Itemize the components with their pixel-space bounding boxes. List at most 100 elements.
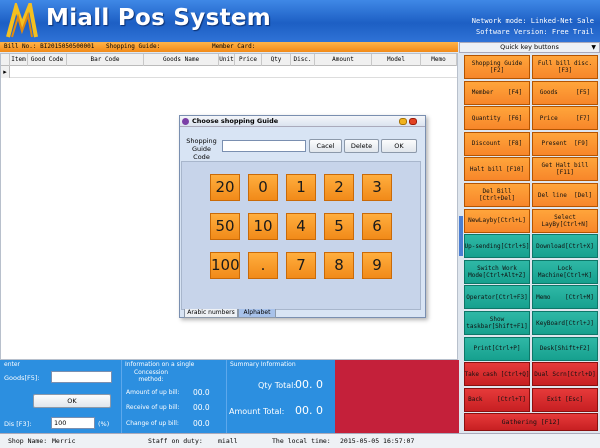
keypad-key[interactable]: 100 xyxy=(210,252,240,279)
guide-code-input[interactable] xyxy=(222,140,306,152)
qty-total-value: 00. 0 xyxy=(295,378,323,391)
quick-key-button[interactable]: Del line [Del] xyxy=(532,183,598,207)
keypad-key[interactable]: 6 xyxy=(362,213,392,240)
quick-key-button[interactable]: Member [F4] xyxy=(464,80,530,105)
divider xyxy=(121,360,122,433)
col-price[interactable]: Price xyxy=(235,54,262,66)
quick-key-button[interactable]: Print[Ctrl+P] xyxy=(464,336,530,361)
goods-input[interactable] xyxy=(51,371,112,383)
staff-value: miall xyxy=(218,437,238,445)
discount-label: Dis [F3]: xyxy=(4,420,32,428)
table-header: Item Good Code Bar Code Goods Name Unit … xyxy=(1,54,457,66)
quick-key-button[interactable]: Operator[Ctrl+F3] xyxy=(464,285,530,310)
dropdown-arrow-icon[interactable]: ▼ xyxy=(591,43,596,52)
keypad-key[interactable]: 9 xyxy=(362,252,392,279)
keypad-key[interactable]: 20 xyxy=(210,174,240,201)
quick-key-button[interactable]: Price [F7] xyxy=(532,106,598,131)
software-version: Software Version: Free Trail xyxy=(475,28,594,36)
quick-key-button[interactable]: Download[Ctrl+X] xyxy=(532,234,598,259)
col-qty[interactable]: Qty xyxy=(262,54,291,66)
delete-button[interactable]: Delete xyxy=(344,139,379,153)
quick-key-button[interactable]: Select LayBy[Ctrl+N] xyxy=(532,208,598,233)
quick-key-button[interactable]: Exit [Esc] xyxy=(532,387,598,412)
quick-key-button[interactable]: Memo [Ctrl+M] xyxy=(532,285,598,310)
keypad-key[interactable]: 5 xyxy=(324,213,354,240)
guide-code-label: Shopping Guide Code xyxy=(186,137,217,161)
quick-key-button[interactable]: Desk[Shift+F2] xyxy=(532,336,598,361)
red-display-area xyxy=(335,360,459,433)
network-info: Network mode: Linked-Net Sale Software V… xyxy=(472,16,594,38)
col-unit[interactable]: Unit xyxy=(219,54,235,66)
change-up-bill-label: Change of up bill: xyxy=(126,420,179,427)
quick-key-button[interactable]: Full bill disc. [F3] xyxy=(532,55,598,79)
keypad-key[interactable]: 0 xyxy=(248,174,278,201)
quick-key-button[interactable]: KeyBoard[Ctrl+J] xyxy=(532,311,598,335)
bottom-info-panel: enter Goods[F5]: OK Dis [F3]: 100 (%) In… xyxy=(0,360,459,433)
quick-key-button[interactable]: Back [Ctrl+T] xyxy=(464,387,530,412)
quick-key-button[interactable]: Discount [F8] xyxy=(464,131,530,156)
quick-key-button[interactable]: NewLayby[Ctrl+L] xyxy=(464,208,530,233)
col-amount[interactable]: Amount xyxy=(315,54,372,66)
keypad-key[interactable]: 1 xyxy=(286,174,316,201)
qty-total-label: Qty Total: xyxy=(258,381,297,390)
ok-button[interactable]: OK xyxy=(381,139,417,153)
quick-key-button[interactable]: Lock Machine[Ctrl+K] xyxy=(532,259,598,284)
quick-key-button[interactable]: Switch Work Mode[Ctrl+Alt+Z] xyxy=(464,259,530,284)
discount-input[interactable]: 100 xyxy=(51,417,95,429)
quick-key-button[interactable]: Get Halt bill [F11] xyxy=(532,157,598,182)
quick-keys-header[interactable]: Quick key buttons ▼ xyxy=(459,42,600,53)
app-icon xyxy=(182,118,189,125)
summary-title: Summary Information xyxy=(230,361,296,368)
amount-up-bill-label: Amount of up bill: xyxy=(126,389,180,396)
quick-key-button[interactable]: Shopping Guide [F2] xyxy=(464,55,530,79)
quick-key-button[interactable]: Halt bill [F10] xyxy=(464,157,530,182)
keypad-key[interactable]: 10 xyxy=(248,213,278,240)
gathering-button[interactable]: Gathering [F12] xyxy=(464,413,598,432)
quick-key-button[interactable]: Goods [F5] xyxy=(532,80,598,105)
col-memo[interactable]: Memo xyxy=(421,54,457,66)
receive-up-bill-value: 00.0 xyxy=(193,403,210,412)
staff-label: Staff on duty: xyxy=(148,437,203,445)
keypad-key[interactable]: 2 xyxy=(324,174,354,201)
quick-key-button[interactable]: Take cash [Ctrl+Q] xyxy=(464,362,530,387)
quick-key-button[interactable]: Present [F9] xyxy=(532,131,598,156)
divider xyxy=(226,360,227,433)
minimize-icon[interactable] xyxy=(399,118,407,125)
col-goods-name[interactable]: Goods Name xyxy=(144,54,219,66)
keypad-key[interactable]: 8 xyxy=(324,252,354,279)
tab-alphabet[interactable]: Alphabet xyxy=(238,309,276,318)
col-model[interactable]: Model xyxy=(372,54,421,66)
choose-shopping-guide-dialog: Choose shopping Guide Shopping Guide Cod… xyxy=(179,115,426,318)
network-mode: Network mode: Linked-Net Sale xyxy=(471,17,594,25)
keypad-key[interactable]: . xyxy=(248,252,278,279)
quick-key-button[interactable]: Dual Scrn[Ctrl+D] xyxy=(532,362,598,387)
col-item[interactable]: Item xyxy=(10,54,28,66)
dialog-title-bar: Choose shopping Guide xyxy=(180,116,425,127)
quick-key-panel: Shopping Guide [F2] Full bill disc. [F3] M… xyxy=(463,54,600,432)
row-pointer-icon: ▸ xyxy=(1,66,10,78)
close-icon[interactable] xyxy=(409,118,417,125)
local-time-label: The local time: xyxy=(272,437,331,445)
quick-key-button[interactable]: Del Bill [Ctrl+Del] xyxy=(464,183,530,207)
tab-arabic-numbers[interactable]: Arabic numbers xyxy=(184,309,238,318)
cancel-button[interactable]: Cacel xyxy=(309,139,342,153)
change-up-bill-value: 00.0 xyxy=(193,419,210,428)
title-bar: Miall Pos System Network mode: Linked-Ne… xyxy=(0,0,600,42)
col-bar-code[interactable]: Bar Code xyxy=(67,54,144,66)
keypad-key[interactable]: 7 xyxy=(286,252,316,279)
bill-info-bar: Bill No.: BI2015050500001 Shopping Guide… xyxy=(0,42,458,52)
miall-logo-icon xyxy=(6,3,38,38)
col-disc[interactable]: Disc. xyxy=(291,54,315,66)
quick-key-button[interactable]: Up-sending[Ctrl+S] xyxy=(464,234,530,259)
quick-key-button[interactable]: Quantity [F6] xyxy=(464,106,530,131)
col-good-code[interactable]: Good Code xyxy=(28,54,67,66)
keypad-key[interactable]: 4 xyxy=(286,213,316,240)
keypad-key[interactable]: 50 xyxy=(210,213,240,240)
app-title: Miall Pos System xyxy=(46,5,272,31)
quick-keys-title: Quick key buttons xyxy=(500,43,559,51)
keypad-key[interactable]: 3 xyxy=(362,174,392,201)
goods-ok-button[interactable]: OK xyxy=(33,394,111,408)
local-time-value: 2015-05-05 16:57:07 xyxy=(340,437,415,445)
table-row[interactable]: ▸ xyxy=(1,66,457,78)
quick-key-button[interactable]: Show taskbar[Shift+F1] xyxy=(464,311,530,335)
